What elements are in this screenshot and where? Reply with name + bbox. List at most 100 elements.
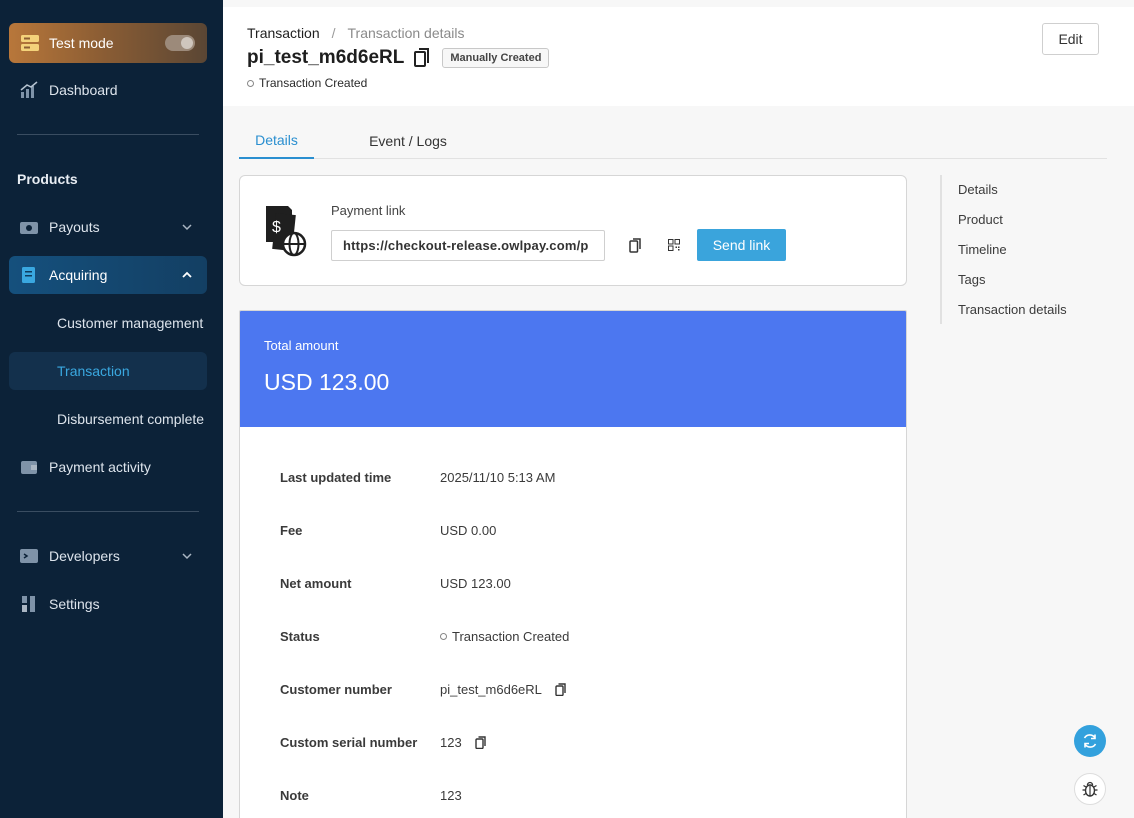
- breadcrumb: Transaction / Transaction details: [247, 25, 465, 41]
- total-amount-header: Total amount USD 123.00: [240, 311, 906, 427]
- detail-value: 123: [440, 787, 462, 803]
- sidebar-section-products: Products: [17, 171, 78, 187]
- transaction-summary-card: Total amount USD 123.00 Last updated tim…: [239, 310, 907, 818]
- detail-label: Last updated time: [280, 469, 392, 485]
- svg-text:$: $: [272, 219, 281, 236]
- section-nav-item-tags[interactable]: Tags: [958, 272, 985, 287]
- status-dot-icon: [440, 632, 447, 640]
- sidebar-item-payouts[interactable]: Payouts: [9, 208, 207, 246]
- detail-label: Status: [280, 628, 320, 644]
- section-nav-item-details[interactable]: Details: [958, 182, 998, 197]
- page-title: pi_test_m6d6eRL: [247, 47, 405, 68]
- copy-icon[interactable]: [555, 682, 566, 696]
- tab-details[interactable]: Details: [239, 122, 314, 159]
- detail-row-note: Note 123: [280, 785, 462, 805]
- sidebar-item-label: Customer management: [57, 315, 204, 331]
- server-icon: [21, 35, 39, 51]
- sidebar-item-acquiring[interactable]: Acquiring: [9, 256, 207, 294]
- detail-label: Custom serial number: [280, 734, 418, 750]
- tab-bar: Details Event / Logs: [239, 122, 1107, 159]
- tab-event-logs[interactable]: Event / Logs: [354, 122, 462, 159]
- sidebar-item-customer-management[interactable]: Customer management: [9, 304, 207, 342]
- detail-row-net-amount: Net amount USD 123.00: [280, 573, 511, 593]
- customer-number-text: pi_test_m6d6eRL: [440, 681, 542, 697]
- detail-value: USD 0.00: [440, 522, 497, 538]
- detail-label: Customer number: [280, 681, 392, 697]
- test-mode-switch[interactable]: [165, 35, 195, 51]
- status-dot-icon: [247, 79, 254, 87]
- test-mode-toggle-row[interactable]: Test mode: [9, 23, 207, 63]
- dashboard-icon: [18, 79, 40, 101]
- status-text: Transaction Created: [259, 76, 368, 90]
- sidebar-item-label: Dashboard: [49, 82, 118, 98]
- detail-value-status: Transaction Created: [440, 629, 569, 644]
- settings-icon: [18, 593, 40, 615]
- detail-label: Fee: [280, 522, 303, 538]
- edit-button[interactable]: Edit: [1042, 23, 1099, 55]
- section-nav-item-product[interactable]: Product: [958, 212, 1003, 227]
- detail-label: Net amount: [280, 575, 352, 591]
- detail-value-serial: 123: [440, 735, 486, 750]
- detail-label: Note: [280, 787, 309, 803]
- breadcrumb-current: Transaction details: [347, 25, 465, 41]
- qr-code-icon[interactable]: [668, 239, 680, 251]
- chevron-up-icon: [182, 271, 192, 278]
- serial-number-text: 123: [440, 734, 462, 750]
- detail-value: 2025/11/10 5:13 AM: [440, 469, 556, 485]
- total-amount-label: Total amount: [264, 338, 339, 353]
- breadcrumb-link-transaction[interactable]: Transaction: [247, 25, 320, 41]
- detail-row-last-updated: Last updated time 2025/11/10 5:13 AM: [280, 467, 555, 487]
- section-nav-item-transaction-details[interactable]: Transaction details: [958, 302, 1067, 317]
- invoice-globe-icon: $: [266, 206, 307, 257]
- test-mode-label: Test mode: [49, 35, 114, 51]
- sidebar-item-transaction[interactable]: Transaction: [9, 352, 207, 390]
- detail-value-customer: pi_test_m6d6eRL: [440, 682, 566, 697]
- refresh-icon: [1083, 734, 1097, 748]
- status-text: Transaction Created: [452, 628, 570, 644]
- bug-report-button[interactable]: [1074, 773, 1106, 805]
- chevron-down-icon: [182, 553, 192, 560]
- sidebar-item-label: Payment activity: [49, 459, 151, 475]
- detail-row-customer-number: Customer number pi_test_m6d6eRL: [280, 679, 566, 699]
- sidebar-divider: [17, 511, 199, 512]
- copy-icon[interactable]: [629, 238, 641, 253]
- detail-value: USD 123.00: [440, 575, 511, 591]
- sidebar-item-payment-activity[interactable]: Payment activity: [9, 448, 207, 486]
- copy-icon[interactable]: [475, 735, 486, 749]
- sidebar-item-developers[interactable]: Developers: [9, 537, 207, 575]
- sidebar: Test mode Dashboard Products Payouts Acq…: [0, 0, 223, 818]
- sidebar-item-label: Acquiring: [49, 267, 108, 283]
- chevron-down-icon: [182, 224, 192, 231]
- sidebar-item-label: Disbursement complete: [57, 411, 205, 427]
- wallet-icon: [18, 456, 40, 478]
- section-nav: Details Product Timeline Tags Transactio…: [940, 175, 1120, 324]
- bug-icon: [1082, 781, 1098, 797]
- developers-icon: [18, 545, 40, 567]
- status-line: Transaction Created: [247, 76, 367, 90]
- acquiring-icon: [18, 264, 40, 286]
- payment-link-input[interactable]: https://checkout-release.owlpay.com/p: [331, 230, 605, 261]
- manually-created-badge: Manually Created: [442, 48, 550, 68]
- detail-row-fee: Fee USD 0.00: [280, 520, 496, 540]
- total-amount-value: USD 123.00: [264, 369, 390, 395]
- main-content: Transaction / Transaction details pi_tes…: [223, 0, 1134, 818]
- page-title-row: pi_test_m6d6eRL Manually Created: [247, 47, 550, 69]
- detail-row-status: Status Transaction Created: [280, 626, 569, 646]
- sidebar-item-label: Settings: [49, 596, 100, 612]
- sidebar-divider: [17, 134, 199, 135]
- section-nav-item-timeline[interactable]: Timeline: [958, 242, 1007, 257]
- copy-icon[interactable]: [414, 48, 430, 68]
- page-header: Transaction / Transaction details pi_tes…: [223, 7, 1134, 106]
- breadcrumb-separator: /: [331, 25, 336, 41]
- refresh-button[interactable]: [1074, 725, 1106, 757]
- payment-link-label: Payment link: [331, 203, 406, 218]
- sidebar-item-disbursement-complete[interactable]: Disbursement complete: [9, 400, 207, 438]
- sidebar-item-settings[interactable]: Settings: [9, 585, 207, 623]
- sidebar-item-label: Developers: [49, 548, 120, 564]
- send-link-button[interactable]: Send link: [697, 229, 786, 261]
- detail-row-custom-serial: Custom serial number 123: [280, 732, 486, 752]
- payouts-icon: [18, 216, 40, 238]
- sidebar-item-label: Transaction: [57, 363, 130, 379]
- payment-link-card: $ Payment link https://checkout-release.…: [239, 175, 907, 286]
- sidebar-item-dashboard[interactable]: Dashboard: [9, 71, 207, 109]
